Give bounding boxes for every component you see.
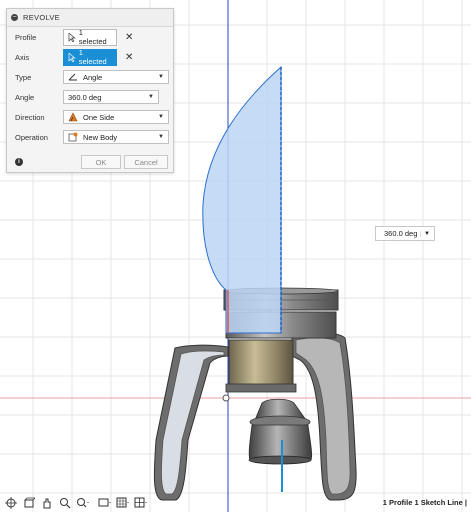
zoom-icon[interactable] (58, 496, 72, 510)
profile-row: Profile 1 selected ✕ (7, 28, 173, 46)
angle-value-box[interactable]: 360.0 deg ▼ (375, 226, 435, 241)
type-row: Type Angle ▼ (7, 69, 173, 85)
status-bar: 1 Profile 1 Sketch Line | (0, 494, 471, 512)
cursor-icon (68, 52, 76, 62)
axis-clear-icon[interactable]: ✕ (125, 52, 133, 63)
display-icon[interactable] (98, 496, 112, 510)
type-label: Type (15, 72, 32, 82)
ok-button[interactable]: OK (81, 155, 121, 169)
canvas-angle-value: 360.0 deg (384, 229, 418, 238)
orbit-icon[interactable] (4, 496, 18, 510)
pan-icon[interactable] (40, 496, 54, 510)
one-side-icon (68, 112, 78, 122)
direction-value: One Side (83, 112, 115, 122)
dialog-header: − REVOLVE (7, 9, 173, 27)
axis-value: 1 selected (78, 48, 107, 66)
direction-row: Direction One Side ▼ (7, 109, 173, 125)
revolve-profile[interactable] (202, 65, 282, 334)
nozzle[interactable] (248, 398, 313, 465)
operation-label: Operation (15, 132, 48, 142)
operation-value: New Body (83, 132, 118, 142)
operation-dropdown[interactable]: New Body ▼ (63, 130, 169, 144)
angle-value: 360.0 deg (68, 92, 102, 102)
angle-input[interactable]: 360.0 deg ▼ (63, 90, 159, 104)
dialog-title: REVOLVE (23, 13, 60, 22)
grid-icon[interactable] (116, 496, 130, 510)
chevron-down-icon: ▼ (148, 94, 154, 100)
direction-dropdown[interactable]: One Side ▼ (63, 110, 169, 124)
info-icon[interactable]: i (15, 158, 23, 166)
chevron-down-icon: ▼ (158, 74, 164, 80)
dialog-footer: i OK Cancel (7, 152, 173, 172)
new-body-icon (68, 132, 78, 142)
cursor-icon (68, 32, 76, 42)
angle-row: Angle 360.0 deg ▼ (7, 89, 173, 105)
direction-label: Direction (15, 112, 45, 122)
cancel-button[interactable]: Cancel (124, 155, 168, 169)
profile-clear-icon[interactable]: ✕ (125, 32, 133, 43)
angle-label: Angle (15, 92, 35, 102)
profile-value: 1 selected (78, 28, 107, 46)
layout-icon[interactable] (134, 496, 148, 510)
type-value: Angle (83, 72, 103, 82)
view-cube-icon[interactable] (22, 496, 36, 510)
axis-label: Axis (15, 52, 30, 62)
profile-select-button[interactable]: 1 selected (63, 28, 117, 46)
handle-left[interactable] (153, 344, 229, 501)
revolve-dialog: − REVOLVE Profile 1 selected ✕ Axis 1 se… (6, 8, 174, 173)
chevron-down-icon: ▼ (158, 134, 164, 140)
axis-row: Axis 1 selected ✕ (7, 48, 173, 66)
collapse-icon[interactable]: − (11, 14, 18, 21)
origin-point[interactable] (222, 394, 230, 402)
chevron-down-icon[interactable]: ▼ (420, 230, 430, 237)
zoom-window-icon[interactable] (76, 496, 90, 510)
chevron-down-icon: ▼ (158, 114, 164, 120)
profile-label: Profile (15, 32, 37, 42)
type-dropdown[interactable]: Angle ▼ (63, 70, 169, 84)
angle-icon (68, 72, 78, 82)
operation-row: Operation New Body ▼ (7, 129, 173, 145)
status-text: 1 Profile 1 Sketch Line | (382, 498, 467, 507)
brass-chamber[interactable] (228, 339, 294, 387)
axis-select-button[interactable]: 1 selected (63, 48, 117, 66)
